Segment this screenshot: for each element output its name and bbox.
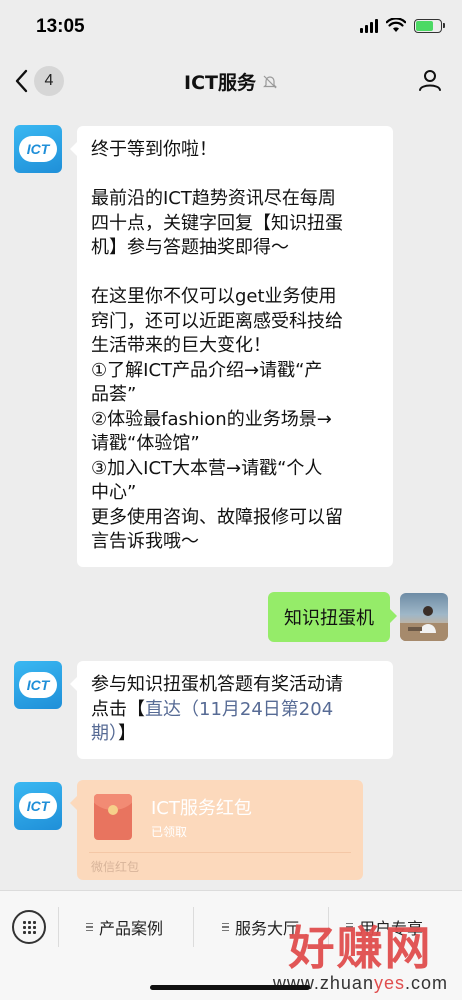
welcome-line: 生活带来的巨大变化！ (91, 335, 271, 356)
outgoing-message-bubble[interactable]: 知识扭蛋机 (268, 592, 397, 642)
welcome-line: 窍门，还可以近距离感受科技给 (91, 310, 343, 332)
watermark-url: www.zhuanyes.com (272, 973, 448, 993)
profile-button[interactable] (418, 68, 442, 96)
battery-icon (414, 18, 445, 33)
activity-link[interactable]: 期） (91, 723, 118, 744)
outgoing-message-text: 知识扭蛋机 (284, 608, 374, 629)
menu-lines-icon (222, 922, 229, 932)
watermark-title: 好赚网 (288, 921, 433, 975)
chat-title-text: ICT服务 (184, 72, 256, 94)
keyboard-icon[interactable] (12, 910, 46, 944)
menu-item-label: 产品案例 (99, 919, 164, 938)
activity-line-2: 点击【直达（11月24日第204 (91, 698, 379, 723)
welcome-line: 更多使用咨询、故障报修可以留 (91, 506, 343, 528)
activity-text: 参与知识扭蛋机答题有奖活动请 (91, 674, 343, 695)
red-packet-title: ICT服务红包 (151, 798, 252, 819)
cellular-signal-icon (360, 18, 378, 33)
nav-bar: 4 ICT服务 (0, 52, 462, 110)
chat-area[interactable]: ICT 终于等到你啦！ 最前沿的ICT趋势资讯尽在每周 四十点，关键字回复【知识… (0, 110, 462, 890)
welcome-line: ③加入ICT大本营→请戳“个人 (91, 457, 323, 479)
person-icon (419, 70, 441, 91)
ict-logo: ICT (19, 672, 57, 698)
ict-logo: ICT (19, 793, 57, 819)
status-time: 13:05 (36, 16, 85, 37)
welcome-line: 四十点，关键字回复【知识扭蛋 (91, 212, 343, 234)
red-envelope-icon (94, 794, 132, 840)
red-packet-card[interactable]: ICT服务红包 已领取 微信红包 (70, 780, 363, 880)
welcome-message-bubble[interactable]: 终于等到你啦！ 最前沿的ICT趋势资讯尽在每周 四十点，关键字回复【知识扭蛋 机… (70, 126, 393, 567)
red-packet-status: 已领取 (151, 825, 188, 839)
welcome-line: 请戳“体验馆” (91, 433, 200, 454)
bottom-menu-bar: 产品案例 服务大厅 用户专享 好赚网 www.zhuanyes.com (0, 890, 462, 1000)
welcome-line: 最前沿的ICT趋势资讯尽在每周 (91, 188, 336, 209)
red-packet-label: 微信红包 (91, 860, 140, 874)
official-account-avatar[interactable]: ICT (14, 661, 62, 709)
chat-title: ICT服务 (0, 68, 462, 95)
menu-separator (58, 907, 59, 947)
menu-separator (193, 907, 194, 947)
menu-lines-icon (86, 922, 93, 932)
welcome-line: 言告诉我哦～ (91, 531, 199, 552)
site-watermark: 好赚网 www.zhuanyes.com (273, 923, 448, 994)
home-indicator (150, 985, 310, 990)
activity-text: 点击【 (91, 698, 145, 720)
user-avatar[interactable] (400, 593, 448, 641)
menu-item-product-cases[interactable]: 产品案例 (86, 915, 163, 939)
official-account-avatar[interactable]: ICT (14, 782, 62, 830)
activity-text: 】 (118, 723, 136, 744)
welcome-line: ②体验最fashion的业务场景→ (91, 408, 332, 430)
activity-line-3: 期）】 (91, 722, 379, 747)
welcome-line: 中心” (91, 482, 137, 503)
welcome-greeting: 终于等到你啦！ (91, 139, 217, 160)
activity-message-bubble[interactable]: 参与知识扭蛋机答题有奖活动请 点击【直达（11月24日第204 期）】 (70, 661, 393, 759)
welcome-line: 机】参与答题抽奖即得～ (91, 237, 289, 258)
bell-off-icon (263, 75, 277, 88)
user-avatar-photo (400, 606, 448, 641)
divider (89, 852, 351, 853)
welcome-line: ①了解ICT产品介绍→请戳“产 (91, 359, 323, 381)
status-icons (360, 18, 445, 33)
wifi-icon (386, 18, 406, 32)
ict-logo: ICT (19, 136, 57, 162)
official-account-avatar[interactable]: ICT (14, 125, 62, 173)
welcome-line: 在这里你不仅可以get业务使用 (91, 286, 337, 307)
welcome-line: 品荟” (91, 384, 137, 405)
activity-link[interactable]: 直达（11月24日第204 (145, 699, 333, 720)
status-bar: 13:05 (0, 0, 462, 50)
